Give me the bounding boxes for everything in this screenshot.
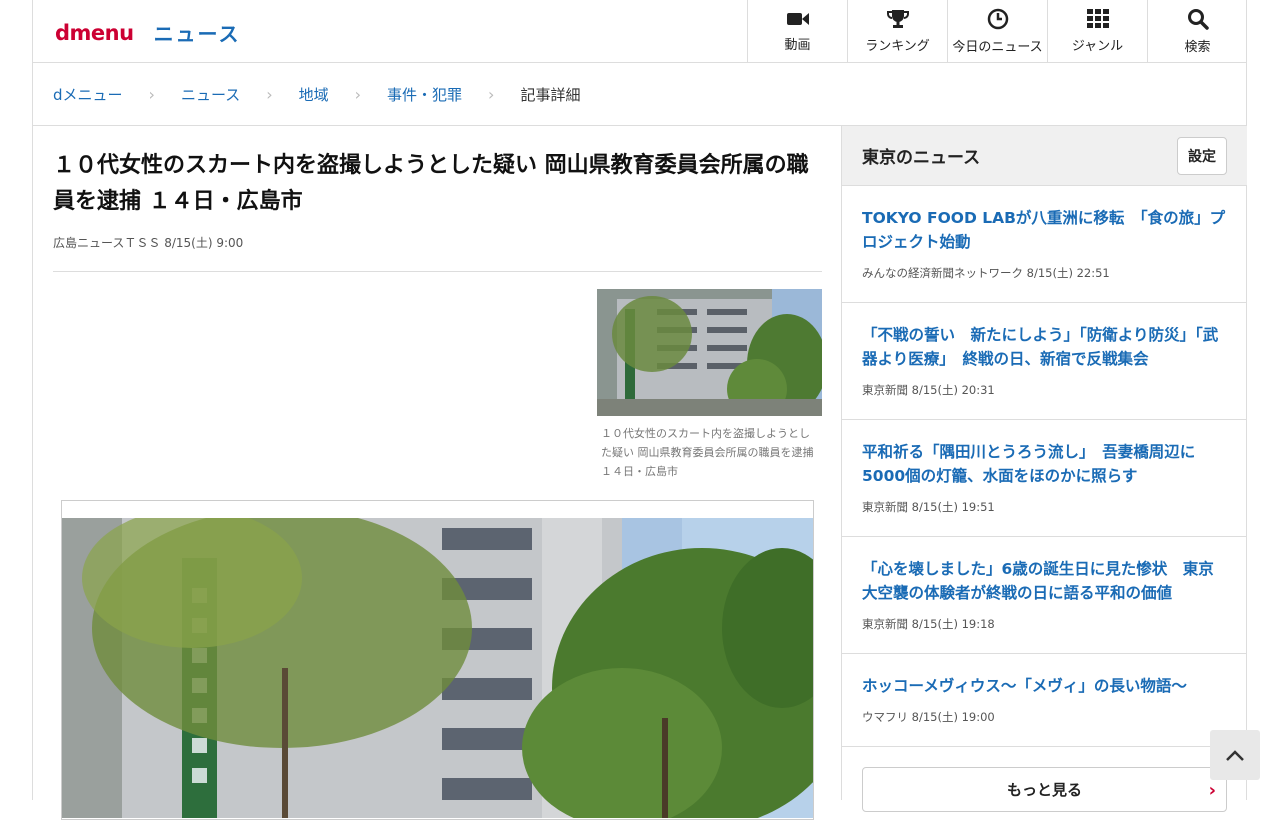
- news-item[interactable]: 「不戦の誓い 新たにしよう」「防衛より防災」「武器より医療」 終戦の日、新宿で反…: [842, 303, 1247, 420]
- breadcrumb-dmenu[interactable]: dメニュー: [53, 84, 123, 105]
- news-item-source: 東京新聞: [862, 500, 908, 514]
- breadcrumb-region[interactable]: 地域: [299, 84, 329, 105]
- news-item-source: ウマフリ: [862, 710, 908, 724]
- site-header: dmenu ニュース 動画 ランキング 今日のニュース ジャンル 検索: [33, 0, 1247, 63]
- video-camera-icon: [786, 12, 809, 25]
- news-item-title[interactable]: 平和祈る「隅田川とうろう流し」 吾妻橋周辺に5000個の灯籠、水面をほのかに照ら…: [862, 440, 1227, 488]
- sidebar-title: 東京のニュース: [862, 148, 981, 168]
- nav-label: ジャンル: [1071, 38, 1124, 54]
- nav-ranking[interactable]: ランキング: [847, 0, 947, 62]
- dmenu-logo[interactable]: dmenu: [55, 21, 134, 45]
- news-item-source: みんなの経済新聞ネットワーク: [862, 266, 1023, 280]
- trophy-icon: [886, 9, 909, 28]
- news-item-source: 東京新聞: [862, 617, 908, 631]
- main-image-frame: [61, 500, 814, 820]
- article-source: 広島ニュースＴＳＳ: [53, 236, 161, 250]
- thumbnail-image[interactable]: [597, 289, 822, 416]
- nav-label: ランキング: [865, 38, 930, 54]
- chevron-right-icon: ›: [266, 84, 273, 104]
- news-item-meta: 東京新聞 8/15(土) 20:31: [862, 382, 1227, 398]
- chevron-right-icon: ›: [148, 84, 155, 104]
- site-logo[interactable]: dmenu ニュース: [55, 18, 241, 47]
- nav-genre[interactable]: ジャンル: [1047, 0, 1147, 62]
- news-item-meta: 東京新聞 8/15(土) 19:18: [862, 616, 1227, 632]
- nav-label: 動画: [784, 37, 811, 53]
- news-item-title[interactable]: 「不戦の誓い 新たにしよう」「防衛より防災」「武器より医療」 終戦の日、新宿で反…: [862, 323, 1227, 371]
- clock-icon: [987, 8, 1008, 29]
- news-item-meta: ウマフリ 8/15(土) 19:00: [862, 709, 1227, 725]
- article-meta: 広島ニュースＴＳＳ 8/15(土) 9:00: [53, 234, 822, 251]
- news-item[interactable]: 平和祈る「隅田川とうろう流し」 吾妻橋周辺に5000個の灯籠、水面をほのかに照ら…: [842, 420, 1247, 537]
- news-item-date: 8/15(土) 19:00: [911, 710, 995, 724]
- news-item-title[interactable]: TOKYO FOOD LABが八重洲に移転 「食の旅」プロジェクト始動: [862, 206, 1227, 254]
- news-item-meta: みんなの経済新聞ネットワーク 8/15(土) 22:51: [862, 265, 1227, 281]
- chevron-up-icon: [1226, 750, 1244, 761]
- article-title: １０代女性のスカート内を盗撮しようとした疑い 岡山県教育委員会所属の職員を逮捕 …: [53, 153, 809, 214]
- nav-label: 検索: [1184, 39, 1211, 55]
- chevron-right-icon: ›: [1208, 780, 1216, 801]
- news-item-meta: 東京新聞 8/15(土) 19:51: [862, 499, 1227, 515]
- news-item[interactable]: ホッコーメヴィウス〜「メヴィ」の長い物語〜 ウマフリ 8/15(土) 19:00: [842, 654, 1247, 747]
- news-item-date: 8/15(土) 19:18: [911, 617, 995, 631]
- grid-icon: [1086, 8, 1109, 28]
- article: １０代女性のスカート内を盗撮しようとした疑い 岡山県教育委員会所属の職員を逮捕 …: [53, 126, 822, 820]
- article-thumbnail[interactable]: １０代女性のスカート内を盗撮しようとした疑い 岡山県教育委員会所属の職員を逮捕 …: [597, 289, 822, 481]
- news-item-date: 8/15(土) 20:31: [911, 383, 995, 397]
- back-to-top-button[interactable]: [1210, 730, 1260, 780]
- thumbnail-caption: １０代女性のスカート内を盗撮しようとした疑い 岡山県教育委員会所属の職員を逮捕 …: [601, 427, 814, 478]
- nav-today[interactable]: 今日のニュース: [947, 0, 1047, 62]
- sidebar: 東京のニュース 設定 TOKYO FOOD LABが八重洲に移転 「食の旅」プロ…: [841, 126, 1247, 812]
- search-icon: [1187, 8, 1209, 30]
- sidebar-header: 東京のニュース 設定: [842, 126, 1247, 186]
- news-item-title[interactable]: ホッコーメヴィウス〜「メヴィ」の長い物語〜: [862, 674, 1227, 698]
- main-image: [62, 518, 813, 818]
- divider: [53, 271, 822, 272]
- news-item-date: 8/15(土) 22:51: [1026, 266, 1110, 280]
- chevron-right-icon: ›: [354, 84, 362, 104]
- news-logo[interactable]: ニュース: [154, 18, 241, 47]
- chevron-right-icon: ›: [488, 84, 495, 104]
- nav-label: 今日のニュース: [952, 39, 1043, 55]
- news-item[interactable]: TOKYO FOOD LABが八重洲に移転 「食の旅」プロジェクト始動 みんなの…: [842, 186, 1247, 303]
- nav-video[interactable]: 動画: [747, 0, 847, 62]
- more-button[interactable]: もっと見る ›: [862, 767, 1227, 812]
- more-button-label: もっと見る: [1006, 781, 1082, 799]
- breadcrumb-crime[interactable]: 事件・犯罪: [387, 84, 462, 105]
- breadcrumb: dメニュー › ニュース › 地域 › 事件・犯罪 › 記事詳細: [33, 63, 1247, 126]
- news-item-source: 東京新聞: [862, 383, 908, 397]
- news-item-title[interactable]: 「心を壊しました」6歳の誕生日に見た惨状 東京大空襲の体験者が終戦の日に語る平和…: [862, 557, 1227, 605]
- news-item-date: 8/15(土) 19:51: [911, 500, 995, 514]
- nav-search[interactable]: 検索: [1147, 0, 1247, 62]
- news-item[interactable]: 「心を壊しました」6歳の誕生日に見た惨状 東京大空襲の体験者が終戦の日に語る平和…: [842, 537, 1247, 654]
- header-nav: 動画 ランキング 今日のニュース ジャンル 検索: [747, 0, 1247, 62]
- breadcrumb-news[interactable]: ニュース: [181, 84, 240, 105]
- settings-button[interactable]: 設定: [1177, 136, 1227, 175]
- breadcrumb-current: 記事詳細: [520, 85, 581, 104]
- article-date: 8/15(土) 9:00: [164, 236, 244, 250]
